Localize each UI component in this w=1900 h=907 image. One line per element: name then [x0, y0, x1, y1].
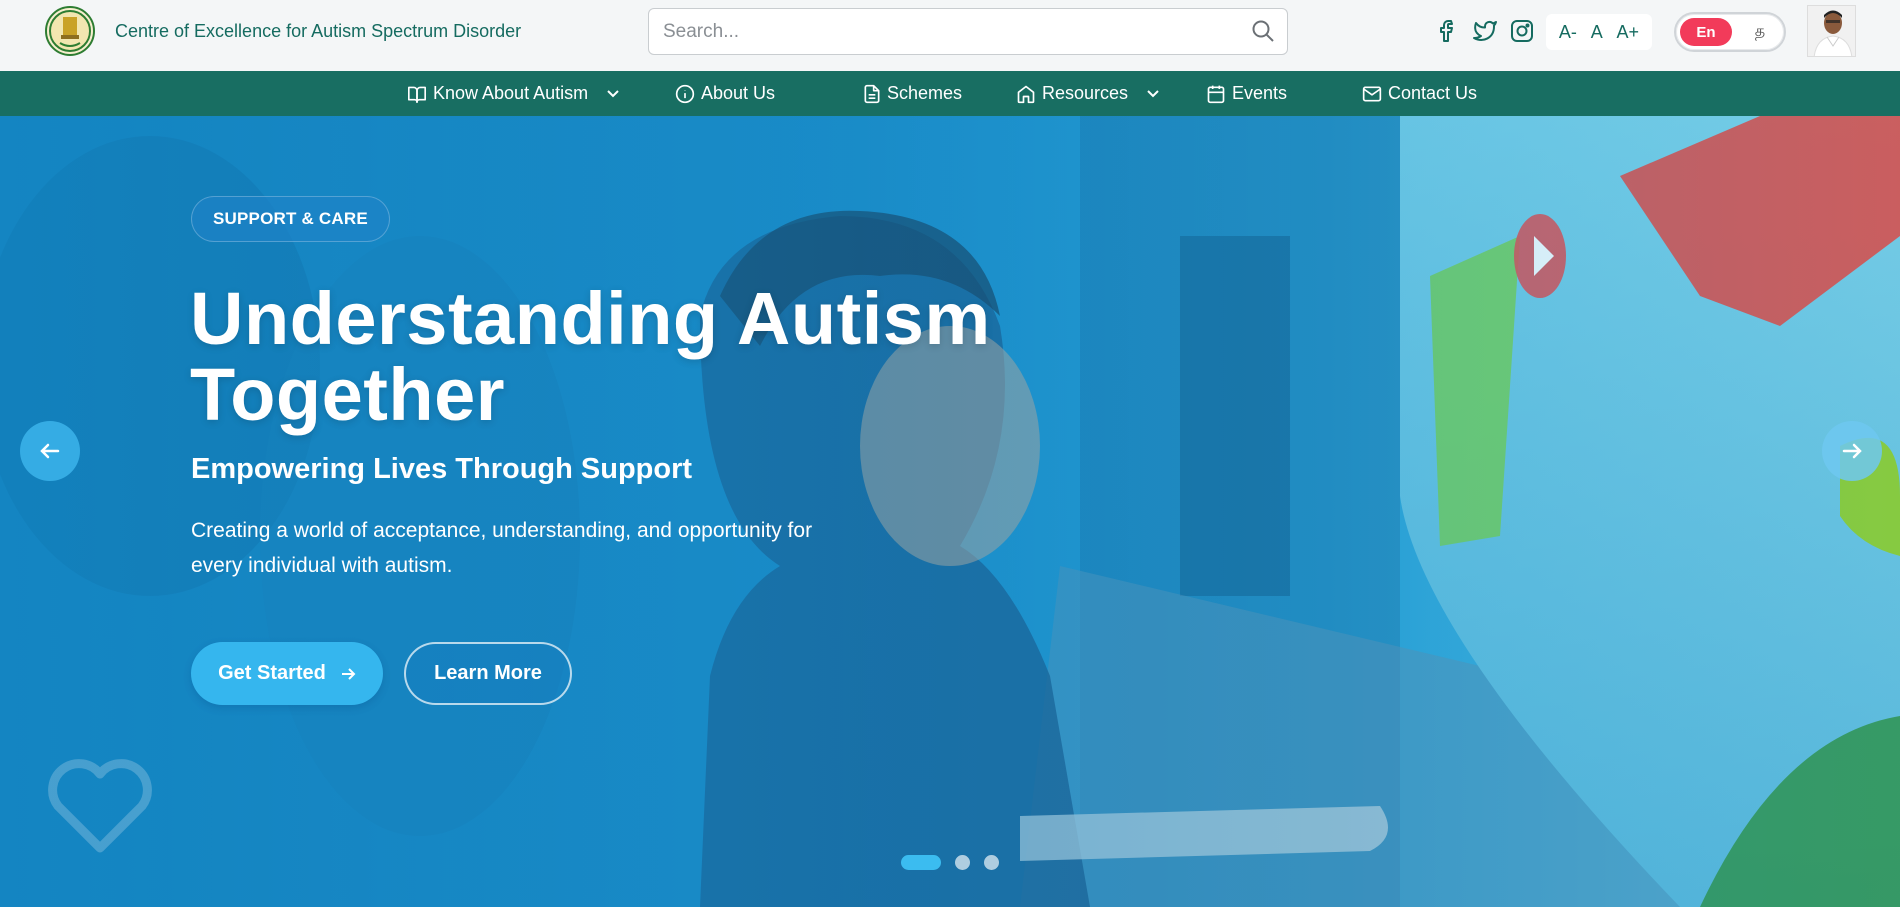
- get-started-label: Get Started: [218, 662, 326, 684]
- carousel-dot-2[interactable]: [955, 855, 970, 870]
- nav-contact-us[interactable]: Contact Us: [1362, 71, 1477, 116]
- nav-contact-us-label: Contact Us: [1388, 83, 1478, 103]
- carousel-next-button[interactable]: [1822, 421, 1882, 481]
- font-reset-button[interactable]: A: [1591, 22, 1603, 43]
- hero-headline-line-2: Together: [190, 353, 506, 436]
- font-increase-button[interactable]: A+: [1617, 22, 1640, 43]
- search-icon[interactable]: [1251, 19, 1275, 48]
- nav-about-us-label: About Us: [701, 83, 776, 103]
- heart-icon: [44, 756, 156, 861]
- social-links: [1434, 17, 1536, 45]
- learn-more-button[interactable]: Learn More: [404, 642, 572, 705]
- tamil-nadu-emblem-logo: [45, 6, 95, 56]
- mail-icon: [1362, 85, 1382, 103]
- chief-minister-portrait: [1807, 5, 1856, 57]
- carousel-dot-1[interactable]: [901, 855, 941, 870]
- hero-headline: Understanding Autism Together: [190, 281, 1090, 433]
- search-input[interactable]: [663, 9, 1243, 54]
- chevron-down-icon[interactable]: [1146, 89, 1160, 99]
- chevron-down-icon[interactable]: [606, 89, 620, 99]
- nav-resources[interactable]: Resources: [1016, 71, 1160, 116]
- main-navigation: Know About Autism About Us Schemes Resou…: [0, 71, 1900, 116]
- book-icon: [407, 85, 427, 103]
- nav-events-label: Events: [1232, 83, 1288, 103]
- document-icon: [863, 84, 881, 104]
- carousel-pagination: [901, 855, 999, 870]
- calendar-icon: [1206, 84, 1226, 104]
- hero-category-badge: SUPPORT & CARE: [191, 196, 390, 242]
- arrow-right-icon: [1840, 439, 1864, 463]
- nav-about-us[interactable]: About Us: [675, 71, 775, 116]
- nav-schemes[interactable]: Schemes: [863, 71, 962, 116]
- arrow-left-icon: [38, 439, 62, 463]
- learn-more-label: Learn More: [434, 662, 542, 684]
- hero-description-line-1: Creating a world of acceptance, understa…: [191, 519, 813, 542]
- site-title: Centre of Excellence for Autism Spectrum…: [115, 20, 522, 41]
- hero-description: Creating a world of acceptance, understa…: [191, 513, 911, 583]
- brand[interactable]: Centre of Excellence for Autism Spectrum…: [45, 6, 521, 56]
- language-english-option[interactable]: En: [1680, 18, 1732, 46]
- hero-headline-line-1: Understanding Autism: [190, 277, 991, 360]
- carousel-prev-button[interactable]: [20, 421, 80, 481]
- hero-subheading: Empowering Lives Through Support: [191, 453, 693, 485]
- nav-resources-label: Resources: [1042, 83, 1129, 103]
- carousel-dot-3[interactable]: [984, 855, 999, 870]
- home-icon: [1016, 84, 1036, 104]
- font-decrease-button[interactable]: A-: [1559, 22, 1577, 43]
- get-started-button[interactable]: Get Started: [191, 642, 383, 705]
- arrow-right-icon: [340, 666, 356, 682]
- nav-events[interactable]: Events: [1206, 71, 1287, 116]
- instagram-icon[interactable]: [1508, 17, 1536, 45]
- top-header: Centre of Excellence for Autism Spectrum…: [0, 0, 1900, 71]
- nav-know-about-autism-label: Know About Autism: [433, 83, 589, 103]
- nav-schemes-label: Schemes: [887, 83, 963, 103]
- language-toggle[interactable]: En த: [1674, 12, 1786, 52]
- nav-know-about-autism[interactable]: Know About Autism: [407, 71, 620, 116]
- twitter-icon[interactable]: [1471, 17, 1499, 45]
- search-box[interactable]: [648, 8, 1288, 55]
- hero-description-line-2: every individual with autism.: [191, 554, 453, 577]
- language-tamil-option[interactable]: த: [1742, 18, 1778, 46]
- font-size-controls: A- A A+: [1546, 14, 1652, 50]
- facebook-icon[interactable]: [1434, 17, 1462, 45]
- info-icon: [675, 84, 695, 104]
- hero-carousel: SUPPORT & CARE Understanding Autism Toge…: [0, 116, 1900, 907]
